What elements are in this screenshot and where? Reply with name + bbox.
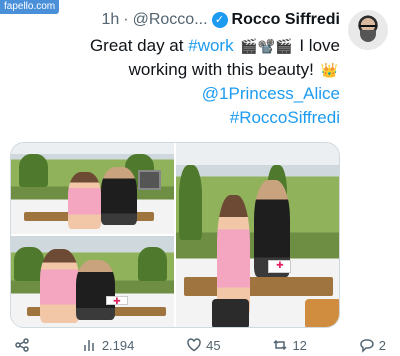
clapper-emoji-icon: 🎬📽️🎬	[240, 38, 293, 54]
retweet-icon	[272, 337, 288, 353]
woman-figure	[68, 172, 101, 229]
photo-2[interactable]: ✚	[11, 236, 174, 327]
hashtag-work[interactable]: #work	[188, 36, 233, 55]
tweet-text: Great day at #work 🎬📽️🎬 I love working w…	[10, 34, 340, 130]
photo-frame	[11, 143, 174, 154]
like-button[interactable]: 45	[186, 337, 221, 353]
tweet-line-2: working with this beauty! 👑	[10, 58, 340, 82]
avatar[interactable]	[348, 10, 388, 50]
reply-button[interactable]: 2	[359, 337, 386, 353]
photo-1[interactable]	[11, 143, 174, 234]
tree	[179, 165, 203, 240]
handle[interactable]: @Rocco...	[133, 10, 208, 30]
tv-screen	[138, 170, 161, 191]
tree	[14, 247, 44, 281]
tree	[138, 247, 168, 281]
tweet-line-2-text: working with this beauty!	[128, 60, 314, 79]
tweet-line-1-text: Great day at	[89, 36, 184, 55]
retweets-count: 12	[292, 337, 307, 353]
like-icon	[186, 337, 202, 353]
verified-badge-icon: ✓	[211, 12, 228, 28]
crown-emoji-icon: 👑	[320, 62, 338, 78]
retweet-button[interactable]: 12	[272, 337, 307, 353]
replies-count: 2	[378, 337, 386, 353]
desk-card: ✚	[105, 295, 129, 306]
watermark: fapello.com	[0, 0, 60, 14]
man-figure	[100, 166, 137, 225]
photo-frame	[176, 143, 339, 166]
separator: ·	[123, 11, 129, 28]
tree	[19, 153, 49, 187]
hashtag-rocco-siffredi[interactable]: #RoccoSiffredi	[10, 106, 340, 130]
tweet-line-1-tail: I love	[299, 36, 340, 55]
share-button[interactable]	[14, 337, 30, 353]
avatar-beard	[360, 30, 376, 42]
share-icon	[14, 337, 30, 353]
tweet-line-1: Great day at #work 🎬📽️🎬 I love	[10, 34, 340, 58]
timestamp[interactable]: 1h	[101, 10, 119, 30]
photo-3[interactable]: ✚	[176, 143, 339, 327]
chair	[212, 299, 249, 327]
views-button[interactable]: 2.194	[82, 337, 135, 353]
views-icon	[82, 337, 98, 353]
likes-count: 45	[206, 337, 221, 353]
desk-card: ✚	[268, 260, 292, 274]
views-count: 2.194	[101, 337, 135, 353]
tweet-header: 1h · @Rocco... ✓ Rocco Siffredi	[101, 10, 340, 30]
action-bar: 2.194 45 12 2	[14, 336, 386, 354]
woman-figure	[40, 249, 80, 324]
avatar-glasses	[359, 25, 377, 29]
reply-icon	[359, 337, 375, 353]
table	[184, 276, 333, 296]
man-figure	[76, 260, 116, 320]
display-name[interactable]: Rocco Siffredi	[232, 10, 340, 30]
media-grid: ✚ ✚	[10, 142, 340, 328]
chair	[304, 299, 339, 327]
mention-princess-alice[interactable]: @1Princess_Alice	[10, 82, 340, 106]
